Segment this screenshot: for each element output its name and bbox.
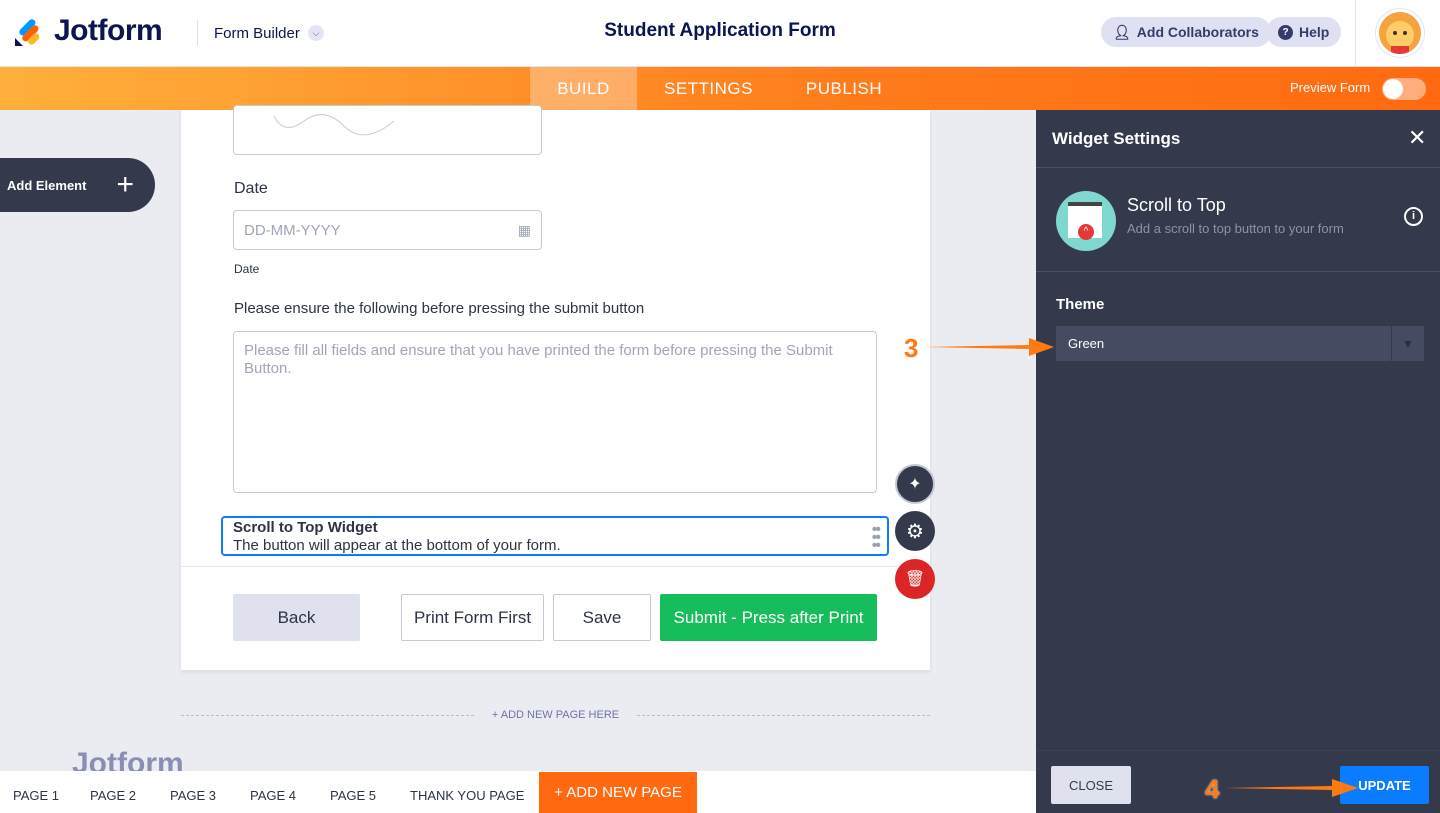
plus-icon: + (116, 170, 134, 200)
divider (1355, 0, 1356, 67)
add-page-here-label: + ADD NEW PAGE HERE (492, 709, 619, 721)
chevron-down-icon: ⌵ (308, 25, 324, 41)
widget-description: Add a scroll to top button to your form (1127, 221, 1344, 236)
chevron-down-icon: ▼ (1391, 326, 1424, 361)
theme-select[interactable]: Green ▼ (1056, 326, 1424, 361)
theme-label: Theme (1056, 296, 1104, 313)
annotation-arrow-icon (924, 336, 1056, 358)
gear-icon[interactable]: ⚙ (895, 511, 935, 551)
back-button[interactable]: Back (233, 594, 360, 641)
date-sublabel: Date (234, 262, 259, 276)
form-builder-menu[interactable]: Form Builder ⌵ (197, 20, 324, 46)
dashed-line (181, 715, 474, 716)
page-tabs: PAGE 1 PAGE 2 PAGE 3 PAGE 4 PAGE 5 THANK… (0, 771, 1036, 813)
page-tab-5[interactable]: PAGE 5 (330, 788, 376, 803)
logo-text: Jotform (54, 14, 162, 48)
scroll-to-top-widget-icon: ^ (1056, 191, 1116, 251)
help-label: Help (1299, 24, 1329, 40)
calendar-icon[interactable]: ▦ (518, 222, 531, 239)
signature-icon (234, 106, 434, 146)
date-label: Date (234, 180, 268, 198)
product-name: Form Builder (214, 25, 300, 42)
add-page-here[interactable]: + ADD NEW PAGE HERE (181, 709, 930, 721)
preview-form-label: Preview Form (1290, 80, 1370, 95)
avatar-icon (1379, 12, 1421, 54)
theme-selected-value: Green (1056, 336, 1391, 351)
info-icon[interactable]: i (1404, 207, 1423, 226)
notice-label: Please ensure the following before press… (234, 300, 644, 317)
panel-title: Widget Settings (1052, 129, 1180, 149)
annotation-arrow-icon (1224, 777, 1360, 799)
jotform-logo[interactable]: Jotform (14, 14, 162, 48)
avatar[interactable] (1376, 9, 1424, 57)
add-new-page-button[interactable]: + ADD NEW PAGE (539, 772, 697, 813)
form-card: Date DD-MM-YYYY ▦ Date Please ensure the … (181, 110, 930, 670)
magic-wand-icon[interactable]: ✦ (895, 464, 935, 504)
divider (1036, 271, 1440, 272)
form-title[interactable]: Student Application Form (520, 20, 920, 42)
divider (181, 566, 930, 567)
user-icon: 👤︎ (1113, 24, 1131, 41)
help-button[interactable]: ? Help (1266, 17, 1341, 47)
page-tab-4[interactable]: PAGE 4 (250, 788, 296, 803)
signature-field[interactable] (233, 105, 542, 155)
page-tab-1[interactable]: PAGE 1 (13, 788, 59, 803)
question-icon: ? (1278, 25, 1293, 40)
top-header: Jotform Form Builder ⌵ Student Applicatio… (0, 0, 1440, 67)
add-element-label: Add Element (7, 178, 86, 193)
page-tab-2[interactable]: PAGE 2 (90, 788, 136, 803)
widget-name: Scroll to Top (1127, 195, 1226, 216)
widget-description: The button will appear at the bottom of … (233, 537, 877, 555)
widget-settings-panel: Widget Settings ✕ ^ Scroll to Top Add a … (1036, 110, 1440, 813)
preview-form-toggle[interactable] (1382, 78, 1426, 100)
notice-textarea[interactable]: Please fill all fields and ensure that y… (233, 331, 877, 493)
divider (1036, 167, 1440, 168)
save-button[interactable]: Save (553, 594, 651, 641)
add-collaborators-button[interactable]: 👤︎ Add Collaborators (1101, 17, 1271, 47)
divider (1036, 750, 1440, 751)
submit-button[interactable]: Submit - Press after Print (660, 594, 877, 641)
close-button[interactable]: CLOSE (1051, 766, 1131, 804)
page-tab-thank-you[interactable]: THANK YOU PAGE (410, 788, 524, 803)
annotation-step-4: 4 (1205, 774, 1219, 805)
jotform-logo-icon (14, 16, 44, 46)
page-tab-3[interactable]: PAGE 3 (170, 788, 216, 803)
add-element-button[interactable]: Add Element + (0, 158, 155, 212)
date-placeholder: DD-MM-YYYY (244, 222, 341, 239)
tab-build[interactable]: BUILD (530, 67, 637, 110)
dashed-line (637, 715, 930, 716)
tab-settings[interactable]: SETTINGS (650, 67, 767, 110)
tab-publish[interactable]: PUBLISH (790, 67, 898, 110)
add-collaborators-label: Add Collaborators (1137, 24, 1259, 40)
annotation-step-3: 3 (904, 333, 918, 364)
drag-handle-icon[interactable]: •••••• (872, 526, 879, 550)
scroll-to-top-widget[interactable]: Scroll to Top Widget The button will app… (221, 516, 889, 556)
trash-icon[interactable]: 🗑︎ (895, 559, 935, 599)
date-input[interactable]: DD-MM-YYYY ▦ (233, 210, 542, 250)
close-icon[interactable]: ✕ (1408, 125, 1426, 151)
print-form-button[interactable]: Print Form First (401, 594, 544, 641)
main-nav: BUILD SETTINGS PUBLISH (0, 67, 1440, 110)
widget-title: Scroll to Top Widget (233, 519, 877, 537)
